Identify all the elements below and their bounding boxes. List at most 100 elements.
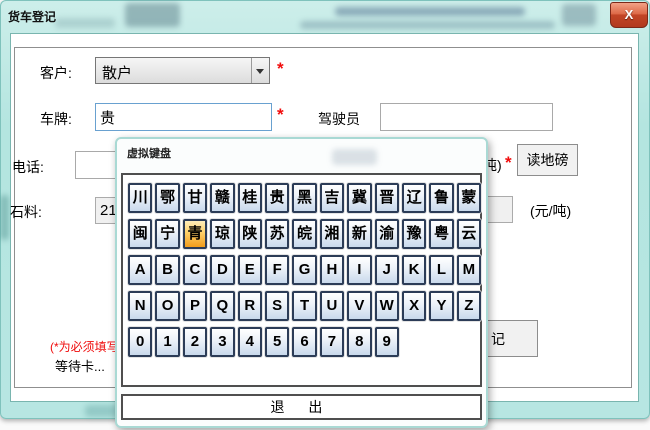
key-粤[interactable]: 粤 bbox=[429, 219, 453, 249]
key-1[interactable]: 1 bbox=[155, 327, 179, 357]
key-R[interactable]: R bbox=[238, 291, 262, 321]
plate-required-mark: * bbox=[277, 105, 284, 125]
key-S[interactable]: S bbox=[265, 291, 289, 321]
window-title: 货车登记 bbox=[8, 8, 56, 25]
read-scale-button[interactable]: 读地磅 bbox=[517, 144, 578, 176]
key-川[interactable]: 川 bbox=[128, 183, 152, 213]
keyboard-row: ABCDEFGHIJKLM bbox=[128, 255, 480, 285]
customer-dropdown-value: 散户 bbox=[102, 62, 132, 83]
required-note: (*为必须填写 bbox=[50, 338, 119, 355]
key-8[interactable]: 8 bbox=[347, 327, 371, 357]
key-贵[interactable]: 贵 bbox=[265, 183, 289, 213]
plate-input[interactable] bbox=[95, 103, 272, 131]
key-琼[interactable]: 琼 bbox=[210, 219, 234, 249]
key-D[interactable]: D bbox=[210, 255, 234, 285]
key-3[interactable]: 3 bbox=[210, 327, 234, 357]
key-湘[interactable]: 湘 bbox=[320, 219, 344, 249]
key-U[interactable]: U bbox=[320, 291, 344, 321]
screen: 货车登记 X 客户: 散户 * 车牌: * 驾驶员 电话: 吨) * 读地磅 石… bbox=[0, 0, 650, 430]
register-button[interactable]: 记 bbox=[483, 320, 538, 357]
key-Q[interactable]: Q bbox=[210, 291, 234, 321]
key-V[interactable]: V bbox=[347, 291, 371, 321]
waiting-card-status: 等待卡... bbox=[55, 356, 105, 375]
driver-input[interactable] bbox=[380, 103, 553, 131]
key-皖[interactable]: 皖 bbox=[292, 219, 316, 249]
key-7[interactable]: 7 bbox=[320, 327, 344, 357]
key-T[interactable]: T bbox=[292, 291, 316, 321]
customer-dropdown[interactable]: 散户 bbox=[95, 57, 270, 84]
key-陕[interactable]: 陕 bbox=[238, 219, 262, 249]
glass-blur-blob bbox=[125, 3, 180, 27]
key-辽[interactable]: 辽 bbox=[402, 183, 426, 213]
keyboard-row: NOPQRSTUVWXYZ bbox=[128, 291, 480, 321]
key-W[interactable]: W bbox=[375, 291, 399, 321]
weight-required-mark: * bbox=[505, 153, 512, 173]
key-X[interactable]: X bbox=[402, 291, 426, 321]
customer-label: 客户: bbox=[40, 63, 72, 83]
key-5[interactable]: 5 bbox=[265, 327, 289, 357]
key-宁[interactable]: 宁 bbox=[155, 219, 179, 249]
chevron-down-icon bbox=[256, 69, 264, 74]
key-鲁[interactable]: 鲁 bbox=[429, 183, 453, 213]
key-桂[interactable]: 桂 bbox=[238, 183, 262, 213]
glass-blur-blob bbox=[335, 7, 525, 16]
key-4[interactable]: 4 bbox=[238, 327, 262, 357]
key-青[interactable]: 青 bbox=[183, 219, 207, 249]
key-豫[interactable]: 豫 bbox=[402, 219, 426, 249]
key-新[interactable]: 新 bbox=[347, 219, 371, 249]
glass-blur-blob bbox=[0, 195, 9, 240]
key-E[interactable]: E bbox=[238, 255, 262, 285]
key-N[interactable]: N bbox=[128, 291, 152, 321]
virtual-keyboard-title: 虚拟键盘 bbox=[127, 145, 171, 161]
key-Z[interactable]: Z bbox=[457, 291, 481, 321]
key-9[interactable]: 9 bbox=[375, 327, 399, 357]
key-渝[interactable]: 渝 bbox=[375, 219, 399, 249]
keyboard-row: 闽宁青琼陕苏皖湘新渝豫粤云 bbox=[128, 219, 480, 249]
key-云[interactable]: 云 bbox=[457, 219, 481, 249]
key-H[interactable]: H bbox=[320, 255, 344, 285]
plate-label: 车牌: bbox=[40, 109, 72, 129]
keyboard-row: 川鄂甘赣桂贵黑吉冀晋辽鲁蒙 bbox=[128, 183, 480, 213]
glass-blur-blob bbox=[300, 21, 555, 29]
close-button[interactable]: X bbox=[610, 2, 648, 28]
key-I[interactable]: I bbox=[347, 255, 371, 285]
key-鄂[interactable]: 鄂 bbox=[155, 183, 179, 213]
key-K[interactable]: K bbox=[402, 255, 426, 285]
key-赣[interactable]: 赣 bbox=[210, 183, 234, 213]
key-Y[interactable]: Y bbox=[429, 291, 453, 321]
key-F[interactable]: F bbox=[265, 255, 289, 285]
price-unit-label: (元/吨) bbox=[530, 201, 571, 221]
key-L[interactable]: L bbox=[429, 255, 453, 285]
key-C[interactable]: C bbox=[183, 255, 207, 285]
key-6[interactable]: 6 bbox=[292, 327, 316, 357]
key-黑[interactable]: 黑 bbox=[292, 183, 316, 213]
key-晋[interactable]: 晋 bbox=[375, 183, 399, 213]
key-苏[interactable]: 苏 bbox=[265, 219, 289, 249]
key-吉[interactable]: 吉 bbox=[320, 183, 344, 213]
keyboard-row: 0123456789 bbox=[128, 327, 480, 357]
key-B[interactable]: B bbox=[155, 255, 179, 285]
customer-required-mark: * bbox=[277, 59, 284, 79]
key-0[interactable]: 0 bbox=[128, 327, 152, 357]
key-冀[interactable]: 冀 bbox=[347, 183, 371, 213]
key-J[interactable]: J bbox=[375, 255, 399, 285]
phone-label: 电话: bbox=[12, 157, 44, 177]
key-G[interactable]: G bbox=[292, 255, 316, 285]
key-A[interactable]: A bbox=[128, 255, 152, 285]
key-M[interactable]: M bbox=[457, 255, 481, 285]
key-O[interactable]: O bbox=[155, 291, 179, 321]
key-P[interactable]: P bbox=[183, 291, 207, 321]
virtual-keyboard-dialog: 虚拟键盘 川鄂甘赣桂贵黑吉冀晋辽鲁蒙闽宁青琼陕苏皖湘新渝豫粤云ABCDEFGHI… bbox=[115, 137, 488, 428]
driver-label: 驾驶员 bbox=[318, 109, 360, 129]
glass-blur-blob bbox=[562, 4, 596, 26]
dropdown-arrow-box[interactable] bbox=[251, 58, 269, 83]
key-甘[interactable]: 甘 bbox=[183, 183, 207, 213]
glass-blur-blob bbox=[55, 18, 115, 28]
key-2[interactable]: 2 bbox=[183, 327, 207, 357]
keyboard-key-panel: 川鄂甘赣桂贵黑吉冀晋辽鲁蒙闽宁青琼陕苏皖湘新渝豫粤云ABCDEFGHIJKLMN… bbox=[121, 173, 482, 387]
stone-label: 石料: bbox=[10, 202, 42, 222]
key-蒙[interactable]: 蒙 bbox=[457, 183, 481, 213]
keyboard-exit-button[interactable]: 退 出 bbox=[121, 394, 482, 420]
key-闽[interactable]: 闽 bbox=[128, 219, 152, 249]
glass-blur-blob bbox=[332, 149, 377, 165]
